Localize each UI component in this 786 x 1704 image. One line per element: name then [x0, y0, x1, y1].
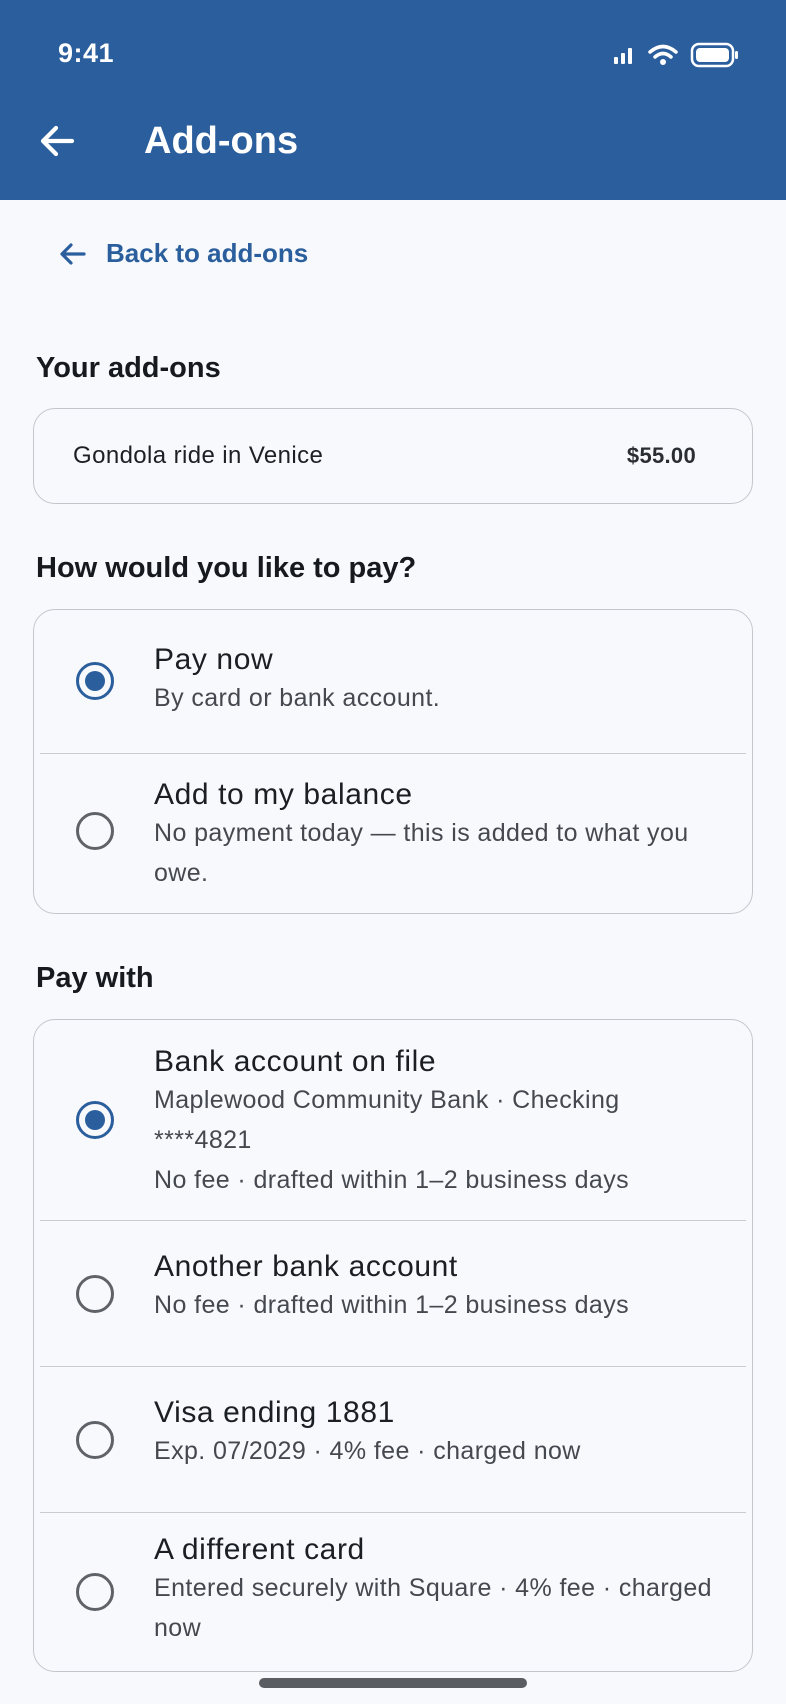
option-title: Pay now: [154, 643, 274, 676]
payment-timing-group: Pay now By card or bank account. Add to …: [33, 609, 753, 914]
radio-icon[interactable]: [76, 662, 114, 700]
option-pay-now[interactable]: Pay now By card or bank account.: [34, 610, 752, 753]
radio-icon[interactable]: [76, 1421, 114, 1459]
addon-name: Gondola ride in Venice: [73, 442, 324, 469]
signal-icon: [614, 48, 632, 64]
payment-timing-heading: How would you like to pay?: [36, 552, 417, 584]
option-detail: Entered securely with Square · 4% fee · …: [154, 1574, 712, 1642]
radio-icon[interactable]: [76, 1573, 114, 1611]
option-add-to-balance[interactable]: Add to my balance No payment today — thi…: [34, 753, 752, 913]
option-title: Visa ending 1881: [154, 1396, 395, 1429]
your-addons-heading: Your add-ons: [36, 352, 221, 384]
option-visa-1881[interactable]: Visa ending 1881 Exp. 07/2029 · 4% fee ·…: [34, 1366, 752, 1512]
pay-with-heading: Pay with: [36, 962, 154, 994]
status-icons: [612, 42, 740, 68]
radio-icon[interactable]: [76, 812, 114, 850]
option-title: Another bank account: [154, 1250, 458, 1283]
home-indicator: [259, 1678, 527, 1688]
back-arrow-icon[interactable]: [38, 122, 76, 160]
option-title: A different card: [154, 1533, 365, 1566]
status-time: 9:41: [58, 38, 115, 68]
option-fee: Exp. 07/2029 · 4% fee · charged now: [154, 1437, 581, 1465]
battery-icon: [690, 42, 738, 68]
option-different-card[interactable]: A different card Entered securely with S…: [34, 1512, 752, 1671]
pay-with-group: Bank account on file Maplewood Community…: [33, 1019, 753, 1672]
wifi-icon: [648, 44, 678, 65]
radio-icon[interactable]: [76, 1275, 114, 1313]
option-another-bank[interactable]: Another bank account No fee · drafted wi…: [34, 1220, 752, 1366]
option-detail: Maplewood Community Bank · Checking ****…: [154, 1086, 620, 1154]
page-title: Add-ons: [144, 120, 299, 162]
back-to-addons-link[interactable]: Back to add-ons: [58, 238, 308, 269]
addon-item: Gondola ride in Venice $55.00: [33, 408, 753, 504]
radio-icon[interactable]: [76, 1101, 114, 1139]
option-subtitle: No payment today — this is added to what…: [154, 819, 689, 887]
arrow-left-icon: [60, 242, 86, 265]
option-title: Bank account on file: [154, 1045, 437, 1078]
option-fee: No fee · drafted within 1–2 business day…: [154, 1291, 629, 1319]
option-fee: No fee · drafted within 1–2 business day…: [154, 1166, 629, 1194]
option-subtitle: By card or bank account.: [154, 684, 441, 712]
option-bank-on-file[interactable]: Bank account on file Maplewood Community…: [34, 1020, 752, 1220]
option-title: Add to my balance: [154, 778, 413, 811]
app-bar: 9:41 Add-ons: [0, 0, 786, 200]
addon-price: $55.00: [626, 443, 696, 468]
back-link-label: Back to add-ons: [106, 238, 309, 268]
